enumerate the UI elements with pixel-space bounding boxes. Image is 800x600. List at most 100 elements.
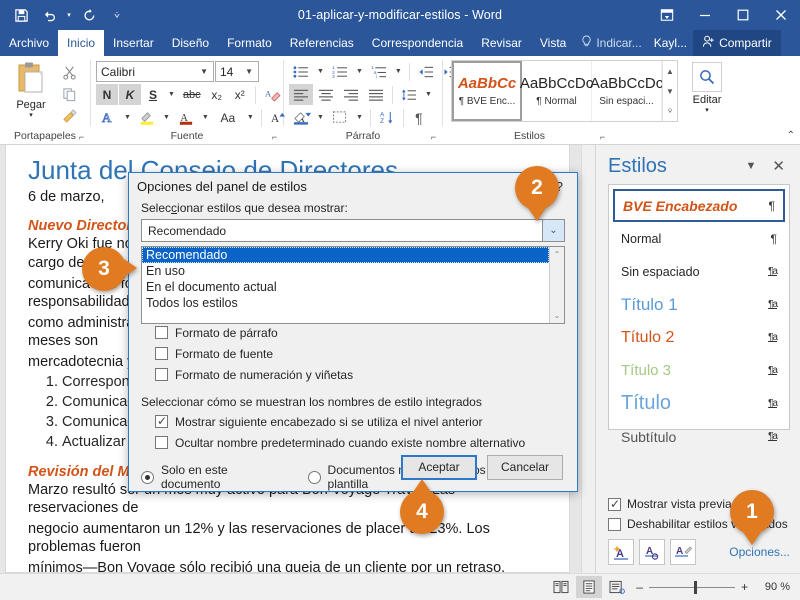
maximize-icon[interactable] xyxy=(724,0,762,30)
style-inspector-icon[interactable]: A xyxy=(639,539,665,565)
redo-icon[interactable] xyxy=(76,3,102,27)
style-item-bve-encabezado[interactable]: BVE Encabezado ¶ xyxy=(613,189,785,222)
chevron-up-icon[interactable]: ⌃ xyxy=(787,130,795,141)
highlight-dropdown-icon[interactable]: ▼ xyxy=(160,107,173,128)
style-item-titulo-2[interactable]: Título 2 ¶a xyxy=(613,321,785,354)
font-size-input[interactable]: 14 ▼ xyxy=(215,61,259,82)
paste-dropdown-icon[interactable]: ▾ xyxy=(29,111,33,119)
tab-insertar[interactable]: Insertar xyxy=(104,30,163,56)
undo-dropdown-icon[interactable]: ▾ xyxy=(64,3,74,27)
customize-qat-icon[interactable]: ⩒ xyxy=(104,3,130,27)
cut-icon[interactable] xyxy=(57,62,81,83)
editing-dropdown-icon[interactable]: ▾ xyxy=(705,106,709,114)
mostrar-siguiente-encabezado-checkbox[interactable] xyxy=(155,414,168,428)
text-effects-icon[interactable]: A xyxy=(96,107,120,128)
subscript-button[interactable]: x₂ xyxy=(206,84,228,105)
text-effects-dropdown-icon[interactable]: ▼ xyxy=(121,107,134,128)
underline-dropdown-icon[interactable]: ▼ xyxy=(165,84,178,105)
tab-diseno[interactable]: Diseño xyxy=(163,30,218,56)
style-item-sin-espaciado[interactable]: Sin espaciado ¶a xyxy=(613,255,785,288)
web-layout-icon[interactable] xyxy=(604,576,630,598)
tab-archivo[interactable]: Archivo xyxy=(0,30,58,56)
accept-button[interactable]: Aceptar xyxy=(401,454,477,480)
gallery-more-icon[interactable]: ⩒ xyxy=(663,101,677,121)
font-color-icon[interactable]: A xyxy=(174,107,198,128)
undo-icon[interactable] xyxy=(36,3,62,27)
bold-button[interactable]: N xyxy=(96,84,118,105)
decrease-indent-icon[interactable] xyxy=(414,61,438,82)
zoom-in-button[interactable]: + xyxy=(741,580,748,594)
show-preview-checkbox[interactable] xyxy=(608,497,621,511)
gallery-style-sin-espaciado[interactable]: AaBbCcDc Sin espaci... xyxy=(590,61,663,121)
dropdown-option-recomendado[interactable]: Recomendado xyxy=(142,247,549,263)
shading-dropdown-icon[interactable]: ▼ xyxy=(314,107,327,128)
gallery-scroll-down-icon[interactable]: ▼ xyxy=(663,81,677,101)
italic-button[interactable]: K xyxy=(119,84,141,105)
align-left-icon[interactable] xyxy=(289,84,313,105)
bullet-dropdown-icon[interactable]: ▼ xyxy=(314,61,327,82)
borders-dropdown-icon[interactable]: ▼ xyxy=(353,107,366,128)
checkbox-row-formato-parrafo[interactable]: Formato de párrafo xyxy=(155,322,565,343)
dropdown-option-en-uso[interactable]: En uso xyxy=(142,263,549,279)
dropdown-option-en-el-documento-actual[interactable]: En el documento actual xyxy=(142,279,549,295)
change-case-button[interactable]: Aa xyxy=(213,107,243,128)
tell-me-box[interactable]: Indicar... xyxy=(575,30,647,56)
dropdown-scroll-down-icon[interactable]: ⌄ xyxy=(550,308,564,323)
editing-button[interactable]: Editar ▾ xyxy=(692,59,722,114)
superscript-button[interactable]: x² xyxy=(229,84,251,105)
format-painter-icon[interactable] xyxy=(57,106,81,127)
sort-icon[interactable]: AZ xyxy=(375,107,399,128)
chevron-down-icon[interactable]: ▼ xyxy=(242,67,256,76)
underline-button[interactable]: S xyxy=(142,84,164,105)
zoom-slider-thumb[interactable] xyxy=(693,580,697,594)
minimize-icon[interactable] xyxy=(686,0,724,30)
read-mode-icon[interactable] xyxy=(548,576,574,598)
font-color-dropdown-icon[interactable]: ▼ xyxy=(199,107,212,128)
zoom-out-button[interactable]: – xyxy=(636,580,643,594)
dropdown-option-todos-los-estilos[interactable]: Todos los estilos xyxy=(142,295,549,311)
chevron-down-icon[interactable]: ▼ xyxy=(741,160,762,172)
styles-options-link[interactable]: Opciones... xyxy=(729,545,790,559)
show-paragraph-marks-icon[interactable]: ¶ xyxy=(408,107,430,128)
cancel-button[interactable]: Cancelar xyxy=(487,454,563,480)
formato-numeracion-checkbox[interactable] xyxy=(155,368,168,381)
zoom-level-label[interactable]: 90 % xyxy=(754,581,790,593)
numbered-list-icon[interactable]: 123 xyxy=(328,61,352,82)
save-icon[interactable] xyxy=(8,3,34,27)
multilevel-dropdown-icon[interactable]: ▼ xyxy=(392,61,405,82)
bullet-list-icon[interactable] xyxy=(289,61,313,82)
tab-inicio[interactable]: Inicio xyxy=(58,30,105,56)
checkbox-row-formato-numeracion[interactable]: Formato de numeración y viñetas xyxy=(155,364,565,385)
close-icon[interactable] xyxy=(762,0,800,30)
font-dialog-launcher[interactable]: ⌐ xyxy=(269,132,280,143)
style-item-titulo[interactable]: Título ¶a xyxy=(613,387,785,420)
close-icon[interactable]: ✕ xyxy=(767,157,790,175)
gallery-style-bve-encabezado[interactable]: AaBbCc ¶ BVE Enc... xyxy=(452,61,522,121)
share-button[interactable]: Compartir xyxy=(693,30,781,56)
clipboard-dialog-launcher[interactable]: ⌐ xyxy=(76,132,87,143)
formato-parrafo-checkbox[interactable] xyxy=(155,326,168,339)
tab-vista[interactable]: Vista xyxy=(531,30,575,56)
tab-formato[interactable]: Formato xyxy=(218,30,281,56)
paste-button[interactable]: Pegar ▾ xyxy=(5,59,57,119)
align-center-icon[interactable] xyxy=(314,84,338,105)
tab-revisar[interactable]: Revisar xyxy=(472,30,531,56)
chevron-down-icon[interactable]: ▼ xyxy=(197,67,211,76)
tab-referencias[interactable]: Referencias xyxy=(281,30,363,56)
style-item-titulo-3[interactable]: Título 3 ¶a xyxy=(613,354,785,387)
copy-icon[interactable] xyxy=(57,84,81,105)
user-account[interactable]: Kayl... xyxy=(648,30,693,56)
ribbon-display-options-icon[interactable] xyxy=(648,0,686,30)
print-layout-icon[interactable] xyxy=(576,576,603,598)
new-style-icon[interactable]: A xyxy=(608,539,634,565)
justify-icon[interactable] xyxy=(364,84,388,105)
checkbox-row-formato-fuente[interactable]: Formato de fuente xyxy=(155,343,565,364)
gallery-style-normal[interactable]: AaBbCcDc ¶ Normal xyxy=(520,61,593,121)
select-styles-combobox[interactable]: Recomendado ⌄ xyxy=(141,219,565,242)
styles-dialog-launcher[interactable]: ⌐ xyxy=(597,132,608,143)
style-item-normal[interactable]: Normal ¶ xyxy=(613,222,785,255)
change-case-dropdown-icon[interactable]: ▼ xyxy=(244,107,257,128)
gallery-scroll-up-icon[interactable]: ▲ xyxy=(663,61,677,81)
zoom-slider[interactable] xyxy=(648,580,735,594)
tab-correspondencia[interactable]: Correspondencia xyxy=(363,30,472,56)
